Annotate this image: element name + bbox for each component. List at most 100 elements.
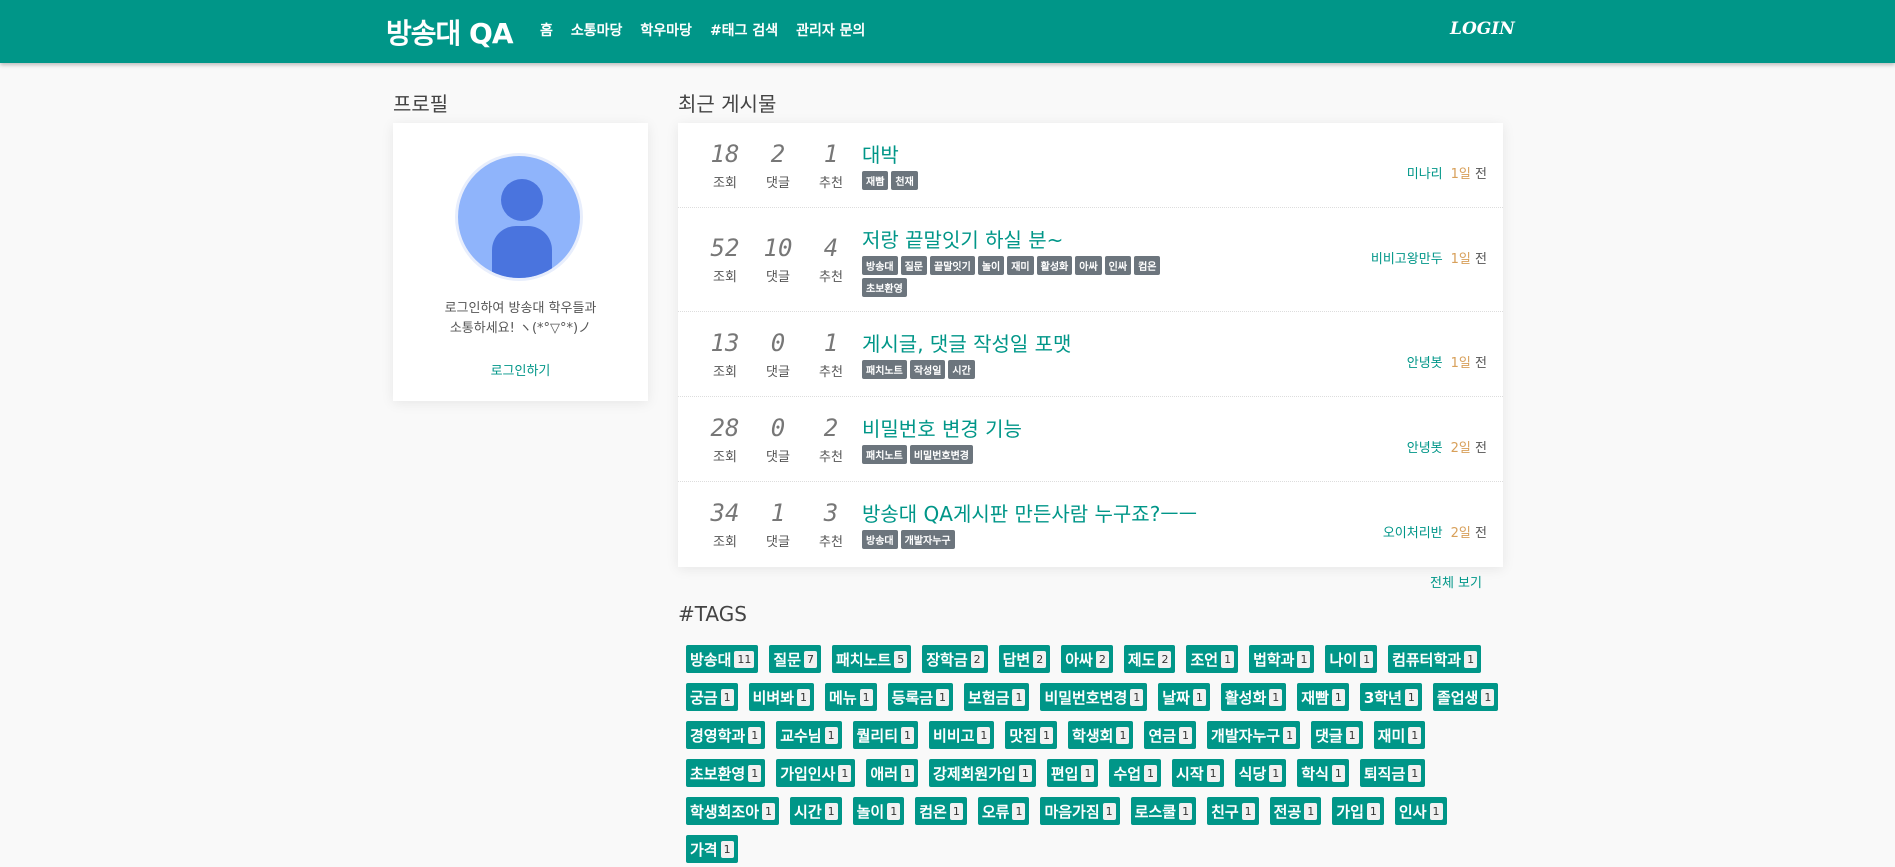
post-tag[interactable]: 천재 [891,171,918,190]
tag-chip[interactable]: 가입인사 1 [776,759,856,787]
tag-chip[interactable]: 강제회원가입 1 [929,759,1036,787]
post-author[interactable]: 오이처리반 [1383,526,1443,541]
tag-chip[interactable]: 시간 1 [790,797,842,825]
tag-chip[interactable]: 애러 1 [866,759,919,787]
post-row[interactable]: 34 조회 1 댓글 3 추천 방송대 QA게시판 만든사람 누구죠?ㅡㅡ 방송대 개발자누구 오… [678,482,1503,567]
tag-chip[interactable]: 학생회 1 [1068,721,1134,749]
tag-chip[interactable]: 마음가짐 1 [1040,797,1120,825]
post-tag[interactable]: 재미 [1007,256,1034,275]
post-tag[interactable]: 놀이 [977,256,1005,275]
post-title[interactable]: 저랑 끝말잇기 하실 분~ [862,224,1063,253]
nav-community[interactable]: 소통마당 [571,20,623,40]
post-tag[interactable]: 방송대 [862,530,898,549]
tag-chip[interactable]: 3학년 1 [1359,683,1422,711]
tag-chip[interactable]: 학식 1 [1297,759,1349,787]
post-tag[interactable]: 방송대 [862,256,898,275]
tag-chip[interactable]: 보험금 1 [964,683,1030,711]
tag-chip[interactable]: 초보환영 1 [686,759,766,787]
nav-students[interactable]: 학우마당 [640,20,692,40]
tag-chip[interactable]: 연금 1 [1144,721,1197,749]
post-likes-count: 1 [823,139,839,168]
tag-chip[interactable]: 가입 1 [1332,797,1384,825]
tag-chip[interactable]: 수업 1 [1109,759,1162,787]
tag-chip[interactable]: 법학과 1 [1249,645,1315,673]
post-row[interactable]: 28 조회 0 댓글 2 추천 비밀번호 변경 기능 패치노트 비밀번호변경 안녕봇 2일 전 [678,397,1503,482]
post-tag[interactable]: 시간 [948,360,975,379]
tag-chip[interactable]: 방송대 11 [686,645,759,673]
tag-chip[interactable]: 궁금 1 [686,683,738,711]
post-title[interactable]: 대박 [862,139,899,168]
tag-chip[interactable]: 장학금 2 [922,645,988,673]
tag-chip[interactable]: 컴퓨터학과 1 [1388,645,1482,673]
tag-chip[interactable]: 재빰 1 [1297,683,1349,711]
post-tag[interactable]: 질문 [900,256,928,275]
post-title[interactable]: 게시글, 댓글 작성일 포맷 [862,328,1071,357]
tag-chip[interactable]: 학생회조아 1 [686,797,780,825]
login-button[interactable]: LOGIN [1450,19,1515,39]
tag-chip[interactable]: 메뉴 1 [825,683,877,711]
tag-chip[interactable]: 답변 2 [998,645,1051,673]
post-tag[interactable]: 재빰 [862,171,889,190]
post-tag[interactable]: 비밀번호변경 [909,445,974,464]
tag-chip[interactable]: 오류 1 [977,797,1030,825]
tag-chip[interactable]: 등록금 1 [887,683,954,711]
tag-chip[interactable]: 아싸 2 [1061,645,1113,673]
post-title[interactable]: 방송대 QA게시판 만든사람 누구죠?ㅡㅡ [862,498,1197,527]
tag-chip[interactable]: 패치노트 5 [832,645,912,673]
tag-chip[interactable]: 컴온 1 [915,797,967,825]
tag-chip[interactable]: 활성화 1 [1220,683,1287,711]
tag-chip[interactable]: 식당 1 [1234,759,1287,787]
post-tag[interactable]: 끝말잇기 [930,256,975,275]
tag-chip[interactable]: 교수님 1 [776,721,842,749]
tag-chip[interactable]: 퇴직금 1 [1359,759,1426,787]
tag-chip[interactable]: 비밀번호변경 1 [1040,683,1148,711]
post-tag[interactable]: 활성화 [1036,256,1073,275]
tag-chip[interactable]: 졸업생 1 [1432,683,1499,711]
tag-chip[interactable]: 맛집 1 [1005,721,1058,749]
tag-chip[interactable]: 퀄리티 1 [852,721,919,749]
nav-admin-contact[interactable]: 관리자 문의 [796,20,865,40]
post-author[interactable]: 비비고왕만두 [1371,252,1443,267]
post-tag[interactable]: 작성일 [909,360,946,379]
post-tag[interactable]: 초보환영 [862,278,907,297]
post-tag[interactable]: 아싸 [1075,256,1102,275]
tag-chip[interactable]: 로스쿨 1 [1130,797,1197,825]
post-tag[interactable]: 컴온 [1134,256,1161,275]
post-author[interactable]: 안녕봇 [1407,356,1443,371]
post-row[interactable]: 13 조회 0 댓글 1 추천 게시글, 댓글 작성일 포맷 패치노트 작성일 시간 안녕봇 1일 전 [678,312,1503,397]
tag-chip[interactable]: 비비고 1 [929,721,995,749]
tag-chip[interactable]: 나이 1 [1325,645,1378,673]
tag-chip[interactable]: 편입 1 [1046,759,1099,787]
tag-name: 재미 [1377,726,1406,745]
nav-home[interactable]: 홈 [540,20,553,40]
post-tag[interactable]: 개발자누구 [900,530,955,549]
tag-chip[interactable]: 날짜 1 [1158,683,1210,711]
tag-chip[interactable]: 질문 7 [769,645,822,673]
post-row[interactable]: 52 조회 10 댓글 4 추천 저랑 끝말잇기 하실 분~ 방송대 질문 끝말잇기 놀이 재미 활성화… [678,208,1503,312]
tag-chip[interactable]: 경영학과 1 [686,721,766,749]
post-author[interactable]: 미나리 [1407,167,1443,182]
post-tag[interactable]: 인싸 [1104,256,1132,275]
nav-tag-search[interactable]: #태그 검색 [710,20,778,40]
tag-chip[interactable]: 댓글 1 [1311,721,1363,749]
view-all-link[interactable]: 전체 보기 [1430,572,1482,591]
tag-chip[interactable]: 가격 1 [686,835,738,863]
post-tag[interactable]: 패치노트 [862,360,907,379]
brand-logo[interactable]: 방송대 QA [386,12,514,52]
tag-chip[interactable]: 인사 1 [1394,797,1447,825]
tag-chip[interactable]: 조언 1 [1186,645,1239,673]
tag-chip[interactable]: 개발자누구 1 [1207,721,1301,749]
post-tag[interactable]: 패치노트 [862,445,907,464]
tag-chip[interactable]: 비벼봐 1 [748,683,815,711]
tag-chip[interactable]: 친구 1 [1207,797,1259,825]
tag-chip[interactable]: 재미 1 [1373,721,1426,749]
post-author[interactable]: 안녕봇 [1407,441,1443,456]
tag-chip[interactable]: 제도 2 [1123,645,1176,673]
tag-chip[interactable]: 전공 1 [1269,797,1322,825]
post-row[interactable]: 18 조회 2 댓글 1 추천 대박 재빰 천재 미나리 1일 전 [678,123,1503,208]
tag-chip[interactable]: 시작 1 [1172,759,1224,787]
tag-name: 학생회 [1072,726,1114,745]
post-title[interactable]: 비밀번호 변경 기능 [862,413,1022,442]
tag-chip[interactable]: 놀이 1 [852,797,905,825]
profile-login-link[interactable]: 로그인하기 [393,360,648,379]
